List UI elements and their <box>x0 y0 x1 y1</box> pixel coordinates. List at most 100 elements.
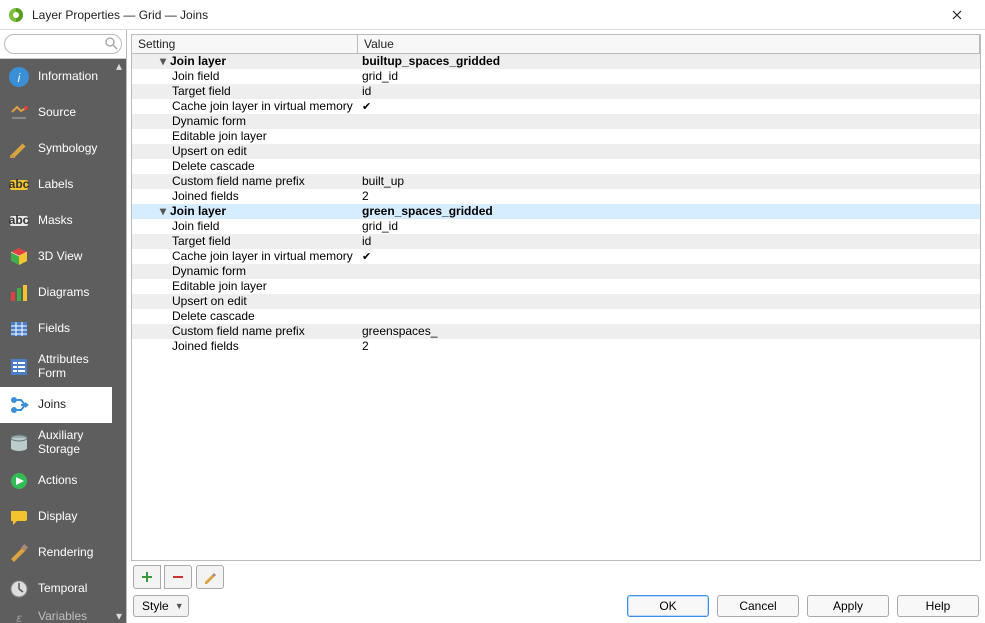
ok-button[interactable]: OK <box>627 595 709 617</box>
sidebar-item-label: Fields <box>38 322 70 336</box>
dialog-footer: Style ▼ OK Cancel Apply Help <box>127 591 985 623</box>
info-icon: i <box>8 66 30 88</box>
add-join-button[interactable] <box>133 565 161 589</box>
ok-label: OK <box>659 599 676 613</box>
sidebar-item-label: Labels <box>38 178 73 192</box>
sidebar-item-source[interactable]: Source <box>0 95 126 131</box>
setting-text: Cache join layer in virtual memory <box>172 99 353 114</box>
style-menu-label: Style <box>142 599 169 613</box>
join-property-row[interactable]: Dynamic form <box>132 114 980 129</box>
join-property-row[interactable]: Cache join layer in virtual memory <box>132 249 980 264</box>
remove-join-button[interactable] <box>164 565 192 589</box>
setting-text: Custom field name prefix <box>172 324 305 339</box>
join-property-row[interactable]: Dynamic form <box>132 264 980 279</box>
sidebar-item-symbology[interactable]: Symbology <box>0 131 126 167</box>
setting-text: Join layer <box>170 204 226 219</box>
cell-value: builtup_spaces_gridded <box>358 54 980 69</box>
sidebar-item-labels[interactable]: abc Labels <box>0 167 126 203</box>
sidebar-item-label: Variables <box>38 610 87 623</box>
diagrams-icon <box>8 282 30 304</box>
sidebar-item-label: Actions <box>38 474 77 488</box>
join-property-row[interactable]: Delete cascade <box>132 309 980 324</box>
cell-value <box>358 249 980 265</box>
cell-setting: Upsert on edit <box>132 294 358 309</box>
join-property-row[interactable]: Joined fields2 <box>132 189 980 204</box>
cube-icon <box>8 246 30 268</box>
sidebar-item-fields[interactable]: Fields <box>0 311 126 347</box>
svg-text:abc: abc <box>9 213 30 227</box>
expand-toggle-icon[interactable]: ▾ <box>156 204 170 219</box>
value-text: 2 <box>362 339 369 353</box>
join-property-row[interactable]: Editable join layer <box>132 129 980 144</box>
setting-text: Target field <box>172 84 231 99</box>
check-icon <box>362 99 371 113</box>
sidebar-item-joins[interactable]: Joins <box>0 387 126 423</box>
left-column: i Information Source Symbology abc Label… <box>0 30 126 623</box>
sidebar-item-rendering[interactable]: Rendering <box>0 535 126 571</box>
sidebar-item-actions[interactable]: Actions <box>0 463 126 499</box>
sidebar-item-label: Joins <box>38 398 66 412</box>
apply-button[interactable]: Apply <box>807 595 889 617</box>
cell-value: grid_id <box>358 219 980 234</box>
join-layer-row[interactable]: ▾Join layerbuiltup_spaces_gridded <box>132 54 980 69</box>
style-menu-button[interactable]: Style ▼ <box>133 595 189 617</box>
temporal-icon <box>8 578 30 600</box>
cancel-button[interactable]: Cancel <box>717 595 799 617</box>
search-row <box>0 30 126 59</box>
join-property-row[interactable]: Delete cascade <box>132 159 980 174</box>
join-layer-row[interactable]: ▾Join layergreen_spaces_gridded <box>132 204 980 219</box>
variables-icon: ε <box>8 607 30 623</box>
join-property-row[interactable]: Custom field name prefixbuilt_up <box>132 174 980 189</box>
value-text: id <box>362 84 371 98</box>
sidebar-item-diagrams[interactable]: Diagrams <box>0 275 126 311</box>
expand-toggle-icon[interactable]: ▾ <box>156 54 170 69</box>
masks-icon: abc <box>8 210 30 232</box>
sidebar-item-auxiliary-storage[interactable]: Auxiliary Storage <box>0 423 126 463</box>
value-text: grid_id <box>362 219 398 233</box>
join-property-row[interactable]: Upsert on edit <box>132 294 980 309</box>
edit-join-button[interactable] <box>196 565 224 589</box>
scroll-down-arrow-icon[interactable]: ▾ <box>112 609 126 623</box>
join-property-row[interactable]: Custom field name prefixgreenspaces_ <box>132 324 980 339</box>
setting-text: Dynamic form <box>172 264 246 279</box>
sidebar-item-label: Symbology <box>38 142 97 156</box>
sidebar-item-label: Information <box>38 70 98 84</box>
sidebar-item-temporal[interactable]: Temporal <box>0 571 126 607</box>
search-icon <box>104 36 118 50</box>
setting-text: Target field <box>172 234 231 249</box>
join-property-row[interactable]: Join fieldgrid_id <box>132 219 980 234</box>
join-property-row[interactable]: Joined fields 2 <box>132 339 980 354</box>
join-property-row[interactable]: Target field id <box>132 84 980 99</box>
sidebar-item-information[interactable]: i Information <box>0 59 126 95</box>
join-property-row[interactable]: Target field id <box>132 234 980 249</box>
sidebar-scrollbar[interactable]: ▴ ▾ <box>112 59 126 623</box>
setting-text: Join layer <box>170 54 226 69</box>
window-close-button[interactable] <box>937 0 977 30</box>
join-property-row[interactable]: Upsert on edit <box>132 144 980 159</box>
cell-setting: ▾Join layer <box>132 54 358 69</box>
sidebar-item-label: Diagrams <box>38 286 89 300</box>
sidebar-item-attributes-form[interactable]: Attributes Form <box>0 347 126 387</box>
column-header-setting[interactable]: Setting <box>132 35 358 53</box>
sidebar-item-display[interactable]: Display <box>0 499 126 535</box>
join-property-row[interactable]: Cache join layer in virtual memory <box>132 99 980 114</box>
setting-text: Delete cascade <box>172 309 255 324</box>
scroll-up-arrow-icon[interactable]: ▴ <box>112 59 126 73</box>
cell-value: id <box>358 234 980 249</box>
column-header-value[interactable]: Value <box>358 35 980 53</box>
titlebar: Layer Properties — Grid — Joins <box>0 0 985 30</box>
join-property-row[interactable]: Join fieldgrid_id <box>132 69 980 84</box>
joins-grid[interactable]: Setting Value ▾Join layerbuiltup_spaces_… <box>131 34 981 561</box>
sidebar-item-variables[interactable]: ε Variables <box>0 607 126 623</box>
app-icon <box>8 7 24 23</box>
cell-setting: Delete cascade <box>132 309 358 324</box>
join-property-row[interactable]: Editable join layer <box>132 279 980 294</box>
cell-setting: Upsert on edit <box>132 144 358 159</box>
sidebar-item-label: Masks <box>38 214 73 228</box>
sidebar-item-3dview[interactable]: 3D View <box>0 239 126 275</box>
help-button[interactable]: Help <box>897 595 979 617</box>
sidebar-item-masks[interactable]: abc Masks <box>0 203 126 239</box>
dialog-body: i Information Source Symbology abc Label… <box>0 30 985 623</box>
cell-setting: Joined fields <box>132 339 358 354</box>
sidebar-item-label: Auxiliary Storage <box>38 429 118 457</box>
